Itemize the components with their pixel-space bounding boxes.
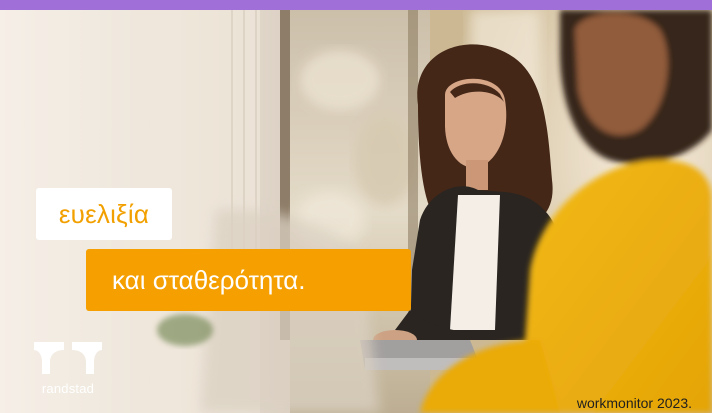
top-accent-bar (0, 0, 712, 10)
randstad-logo-icon (34, 342, 102, 374)
footer-caption: workmonitor 2023. (576, 395, 692, 411)
headline-tag-line1: ευελιξία (36, 188, 172, 240)
headline-tag-line2: και σταθερότητα. (86, 249, 411, 311)
slide-frame: ευελιξία και σταθερότητα. randstad workm… (0, 0, 712, 413)
logo-wordmark: randstad (41, 381, 95, 396)
randstad-logo: randstad (30, 338, 106, 398)
headline-line2-text: και σταθερότητα. (112, 264, 306, 295)
headline-line1-text: ευελιξία (58, 198, 150, 229)
photo-background: ευελιξία και σταθερότητα. randstad workm… (0, 10, 712, 413)
